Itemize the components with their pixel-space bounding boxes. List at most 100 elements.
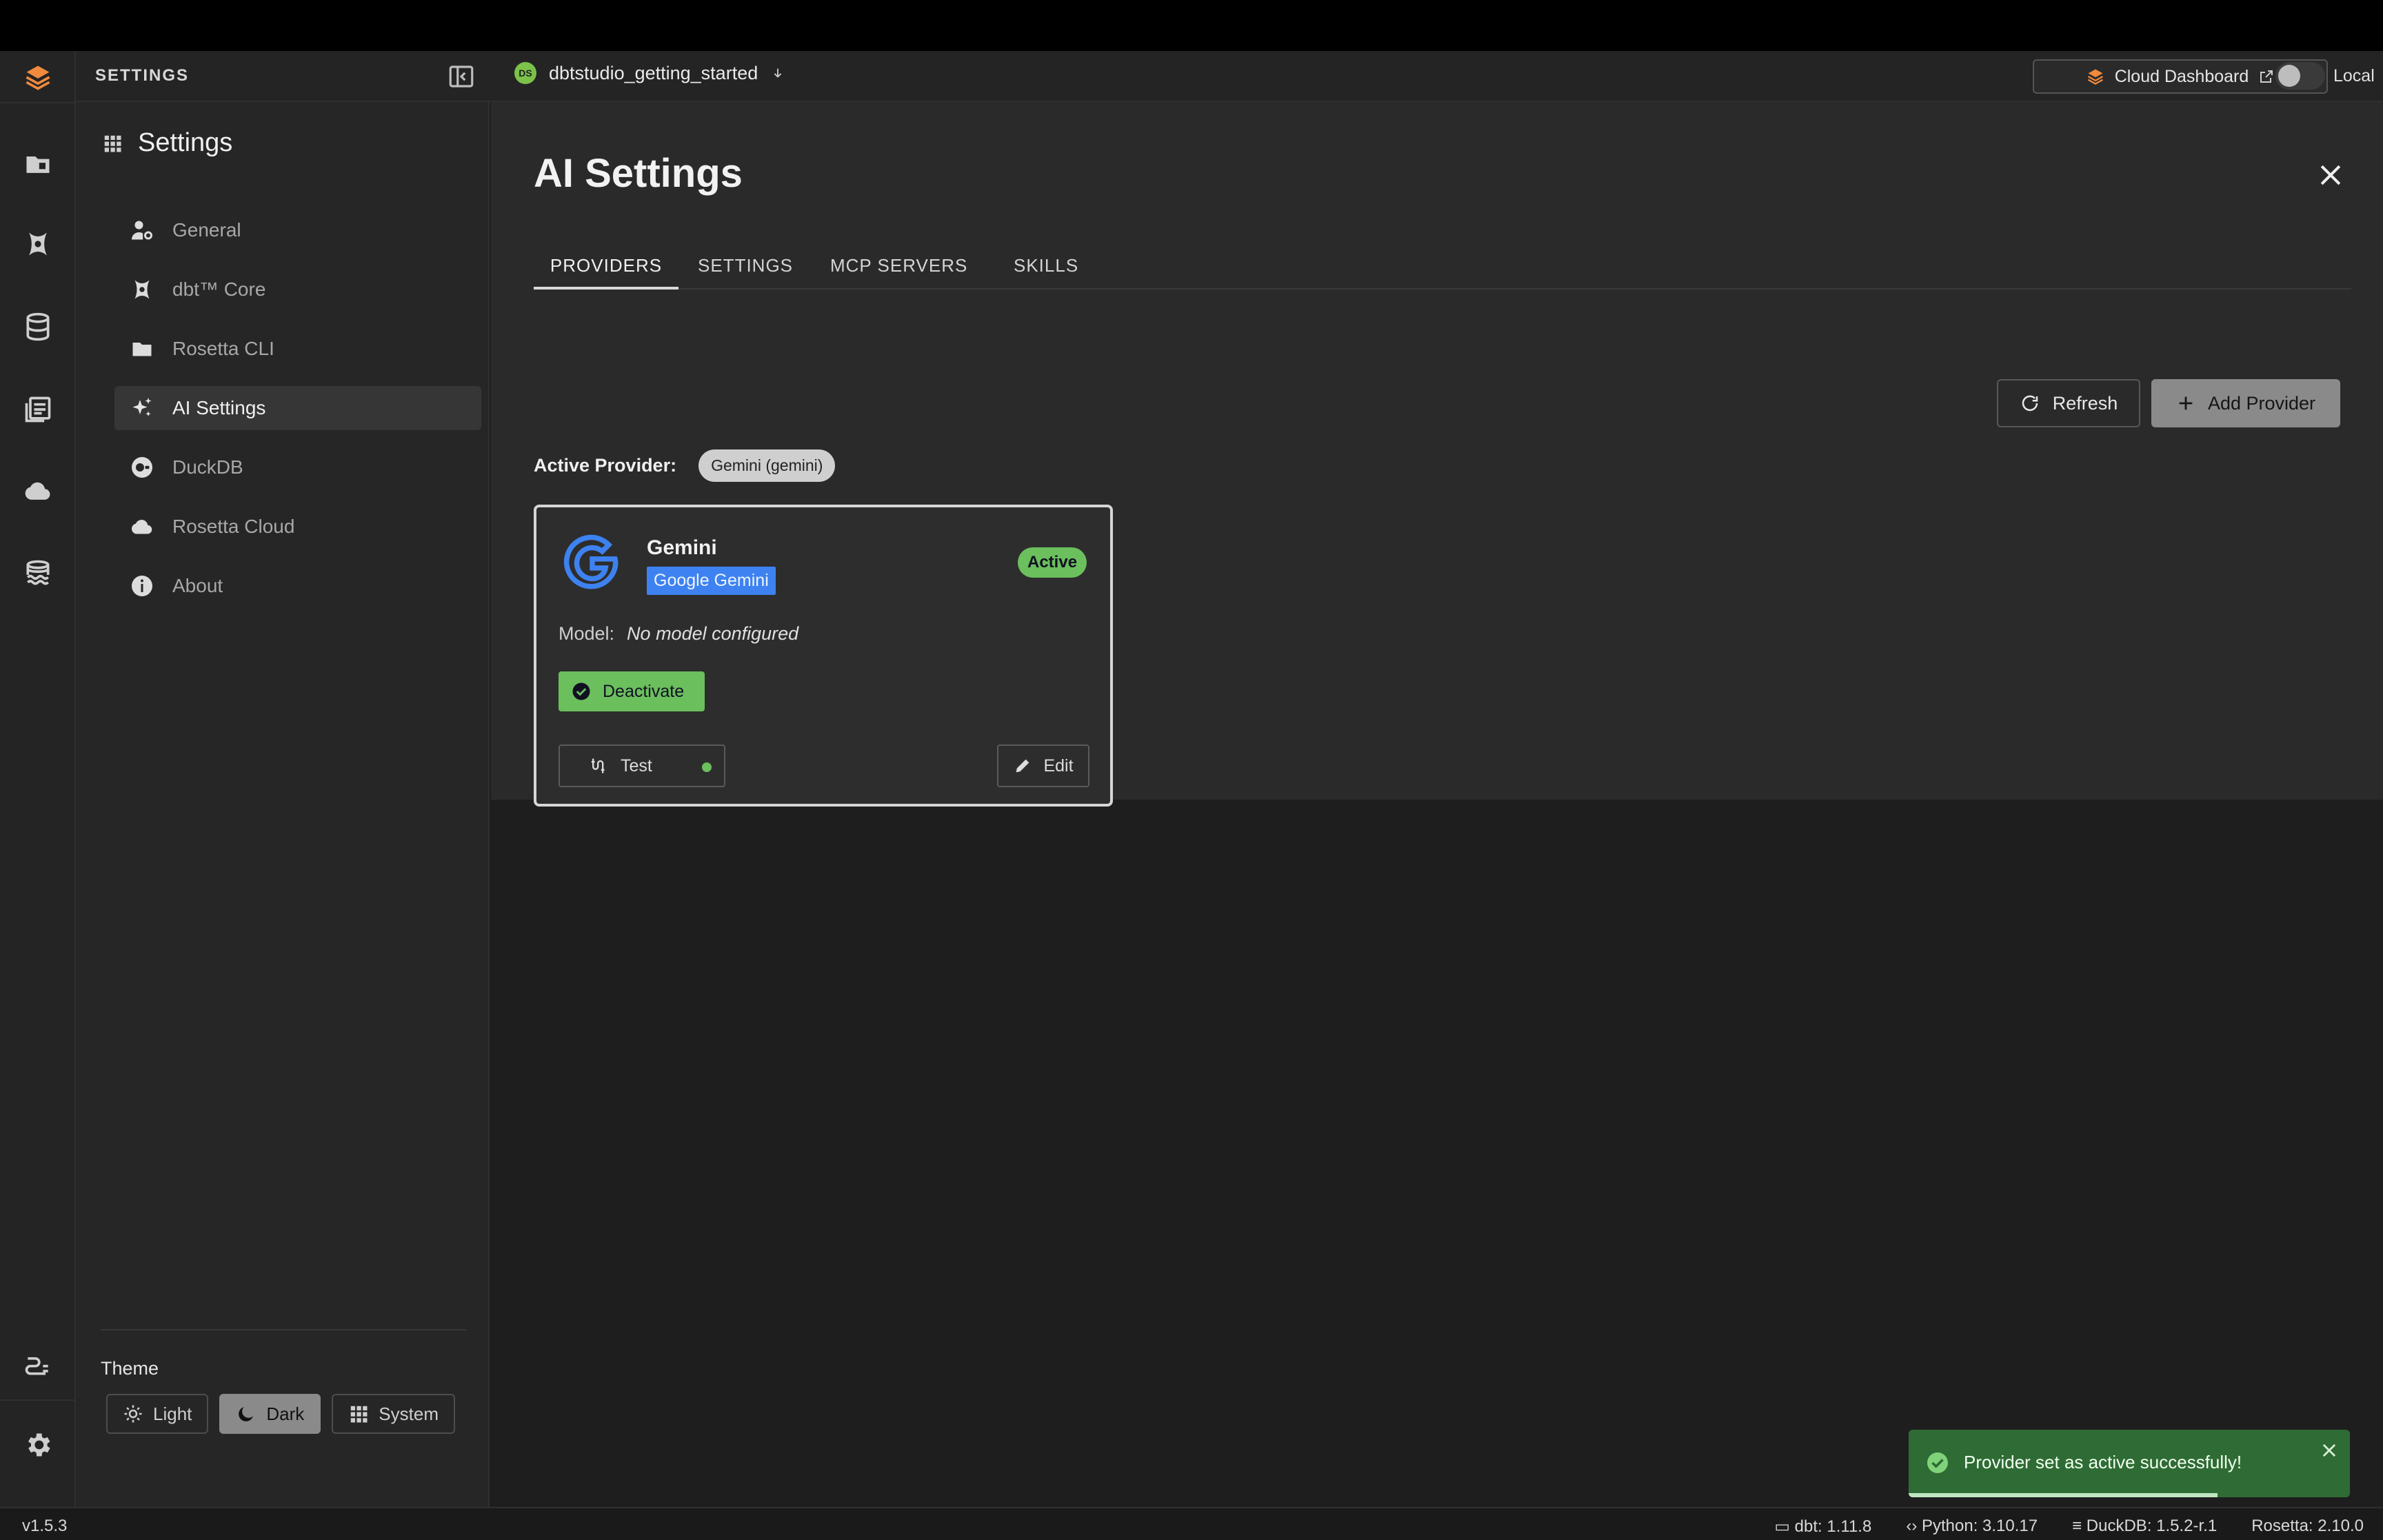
settings-gear-icon[interactable] [19, 1426, 57, 1464]
sidebar-item-ai-settings[interactable]: AI Settings [114, 386, 481, 430]
add-provider-label: Add Provider [2207, 392, 2316, 414]
close-icon[interactable] [2320, 1441, 2339, 1460]
activity-rail [0, 51, 76, 1507]
provider-tag: Google Gemini [647, 567, 776, 595]
divider [101, 1329, 466, 1330]
dbt-icon[interactable] [19, 225, 57, 263]
plus-icon [2179, 396, 2193, 410]
moon-icon [239, 1407, 254, 1421]
theme-system-button[interactable]: System [332, 1394, 455, 1434]
check-circle-icon [572, 682, 590, 700]
python-version: ‹› Python: 3.10.17 [1906, 1517, 2038, 1535]
deactivate-label: Deactivate [603, 681, 685, 701]
data-lake-icon[interactable] [19, 554, 57, 593]
duckdb-icon [132, 457, 152, 478]
close-icon[interactable] [2315, 160, 2346, 190]
chevron-down-icon [774, 68, 782, 78]
theme-light-label: Light [153, 1403, 192, 1424]
toast-progress-bar [1909, 1493, 2218, 1497]
theme-dark-button[interactable]: Dark [219, 1394, 321, 1434]
app-header: SETTINGS DS dbtstudio_getting_started Cl… [76, 51, 2383, 102]
connection-status-dot [702, 762, 712, 772]
model-row: Model: No model configured [559, 623, 798, 645]
project-selector[interactable]: DS dbtstudio_getting_started [514, 62, 785, 84]
tab-bar: PROVIDERS SETTINGS MCP SERVERS SKILLS [534, 255, 2351, 290]
provider-name: Gemini [647, 536, 717, 559]
tab-mcp-servers[interactable]: MCP SERVERS [830, 255, 967, 290]
status-versions: ▭ dbt: 1.11.8 ‹› Python: 3.10.17 ≡ DuckD… [1774, 1517, 2364, 1537]
settings-sidebar: Settings General dbt™ Core Rosetta CLI A… [76, 102, 490, 1507]
sidebar-item-label: About [172, 575, 223, 596]
sidebar-item-duckdb[interactable]: DuckDB [114, 445, 481, 489]
mode-label: Local [2333, 65, 2375, 85]
theme-light-button[interactable]: Light [106, 1394, 209, 1434]
python-plug-icon[interactable] [19, 1344, 57, 1383]
test-connection-icon [591, 758, 605, 773]
app-window: SETTINGS DS dbtstudio_getting_started Cl… [0, 51, 2383, 1507]
provider-card: Gemini Google Gemini Active Model: No mo… [534, 505, 1113, 807]
cloud-dashboard-label: Cloud Dashboard [2114, 66, 2249, 86]
active-provider-chip: Gemini (gemini) [698, 449, 836, 482]
projects-icon[interactable] [19, 145, 57, 183]
cloud-icon[interactable] [19, 472, 57, 510]
dbt-icon [134, 280, 150, 299]
refresh-label: Refresh [2052, 392, 2118, 414]
theme-dark-label: Dark [266, 1403, 305, 1424]
tab-providers[interactable]: PROVIDERS [534, 255, 678, 290]
sidebar-item-label: DuckDB [172, 456, 243, 478]
grid-icon [351, 1406, 368, 1423]
documents-icon[interactable] [19, 390, 57, 429]
sidebar-item-dbt-core[interactable]: dbt™ Core [114, 267, 481, 312]
app-logo-icon[interactable] [19, 58, 57, 97]
rosetta-version: Rosetta: 2.10.0 [2251, 1517, 2364, 1535]
tab-settings[interactable]: SETTINGS [698, 255, 793, 290]
duckdb-version: ≡ DuckDB: 1.5.2-r.1 [2072, 1517, 2218, 1535]
edit-button[interactable]: Edit [997, 744, 1089, 787]
theme-label: Theme [101, 1358, 159, 1379]
sidebar-item-about[interactable]: About [114, 564, 481, 608]
success-toast: Provider set as active successfully! [1909, 1430, 2350, 1497]
add-provider-button[interactable]: Add Provider [2151, 379, 2340, 427]
folder-icon [132, 343, 152, 356]
rosetta-logo-icon [2087, 69, 2103, 85]
project-avatar: DS [514, 62, 536, 84]
app-version: v1.5.3 [22, 1517, 68, 1535]
project-name: dbtstudio_getting_started [549, 62, 758, 83]
pencil-icon [1016, 759, 1029, 773]
settings-title: Settings [102, 128, 232, 158]
test-label: Test [621, 756, 652, 776]
os-top-bar [0, 0, 2383, 51]
info-icon [132, 576, 152, 596]
settings-title-text: Settings [138, 128, 233, 157]
grid-icon [104, 135, 121, 152]
sidebar-item-label: AI Settings [172, 397, 266, 418]
test-button[interactable]: Test [559, 744, 725, 787]
local-mode-toggle[interactable]: Local [2275, 62, 2375, 90]
sidebar-item-general[interactable]: General [114, 208, 481, 252]
external-link-icon [2260, 70, 2273, 83]
section-label: SETTINGS [95, 66, 190, 85]
sidebar-item-rosetta-cli[interactable]: Rosetta CLI [114, 327, 481, 371]
page-title: AI Settings [534, 151, 743, 196]
dbt-version: ▭ dbt: 1.11.8 [1774, 1517, 1872, 1536]
deactivate-button[interactable]: Deactivate [559, 671, 705, 711]
cloud-icon [131, 520, 152, 534]
active-provider-row: Active Provider: Gemini (gemini) [534, 449, 836, 482]
sun-icon [124, 1405, 142, 1423]
sidebar-item-label: Rosetta Cloud [172, 516, 295, 537]
database-icon[interactable] [19, 307, 57, 346]
status-badge: Active [1018, 547, 1087, 578]
tab-skills[interactable]: SKILLS [1014, 255, 1078, 290]
toggle-switch[interactable] [2275, 62, 2325, 90]
collapse-sidebar-icon[interactable] [447, 62, 476, 91]
sparkles-icon [132, 398, 152, 416]
active-provider-label: Active Provider: [534, 455, 677, 476]
status-bar: v1.5.3 ▭ dbt: 1.11.8 ‹› Python: 3.10.17 … [0, 1507, 2383, 1540]
edit-label: Edit [1043, 756, 1074, 776]
user-gear-icon [132, 221, 152, 240]
refresh-button[interactable]: Refresh [1997, 379, 2140, 427]
sidebar-item-label: General [172, 219, 241, 241]
sidebar-item-rosetta-cloud[interactable]: Rosetta Cloud [114, 505, 481, 549]
sidebar-item-label: Rosetta CLI [172, 338, 274, 359]
check-circle-icon [1927, 1452, 1948, 1473]
